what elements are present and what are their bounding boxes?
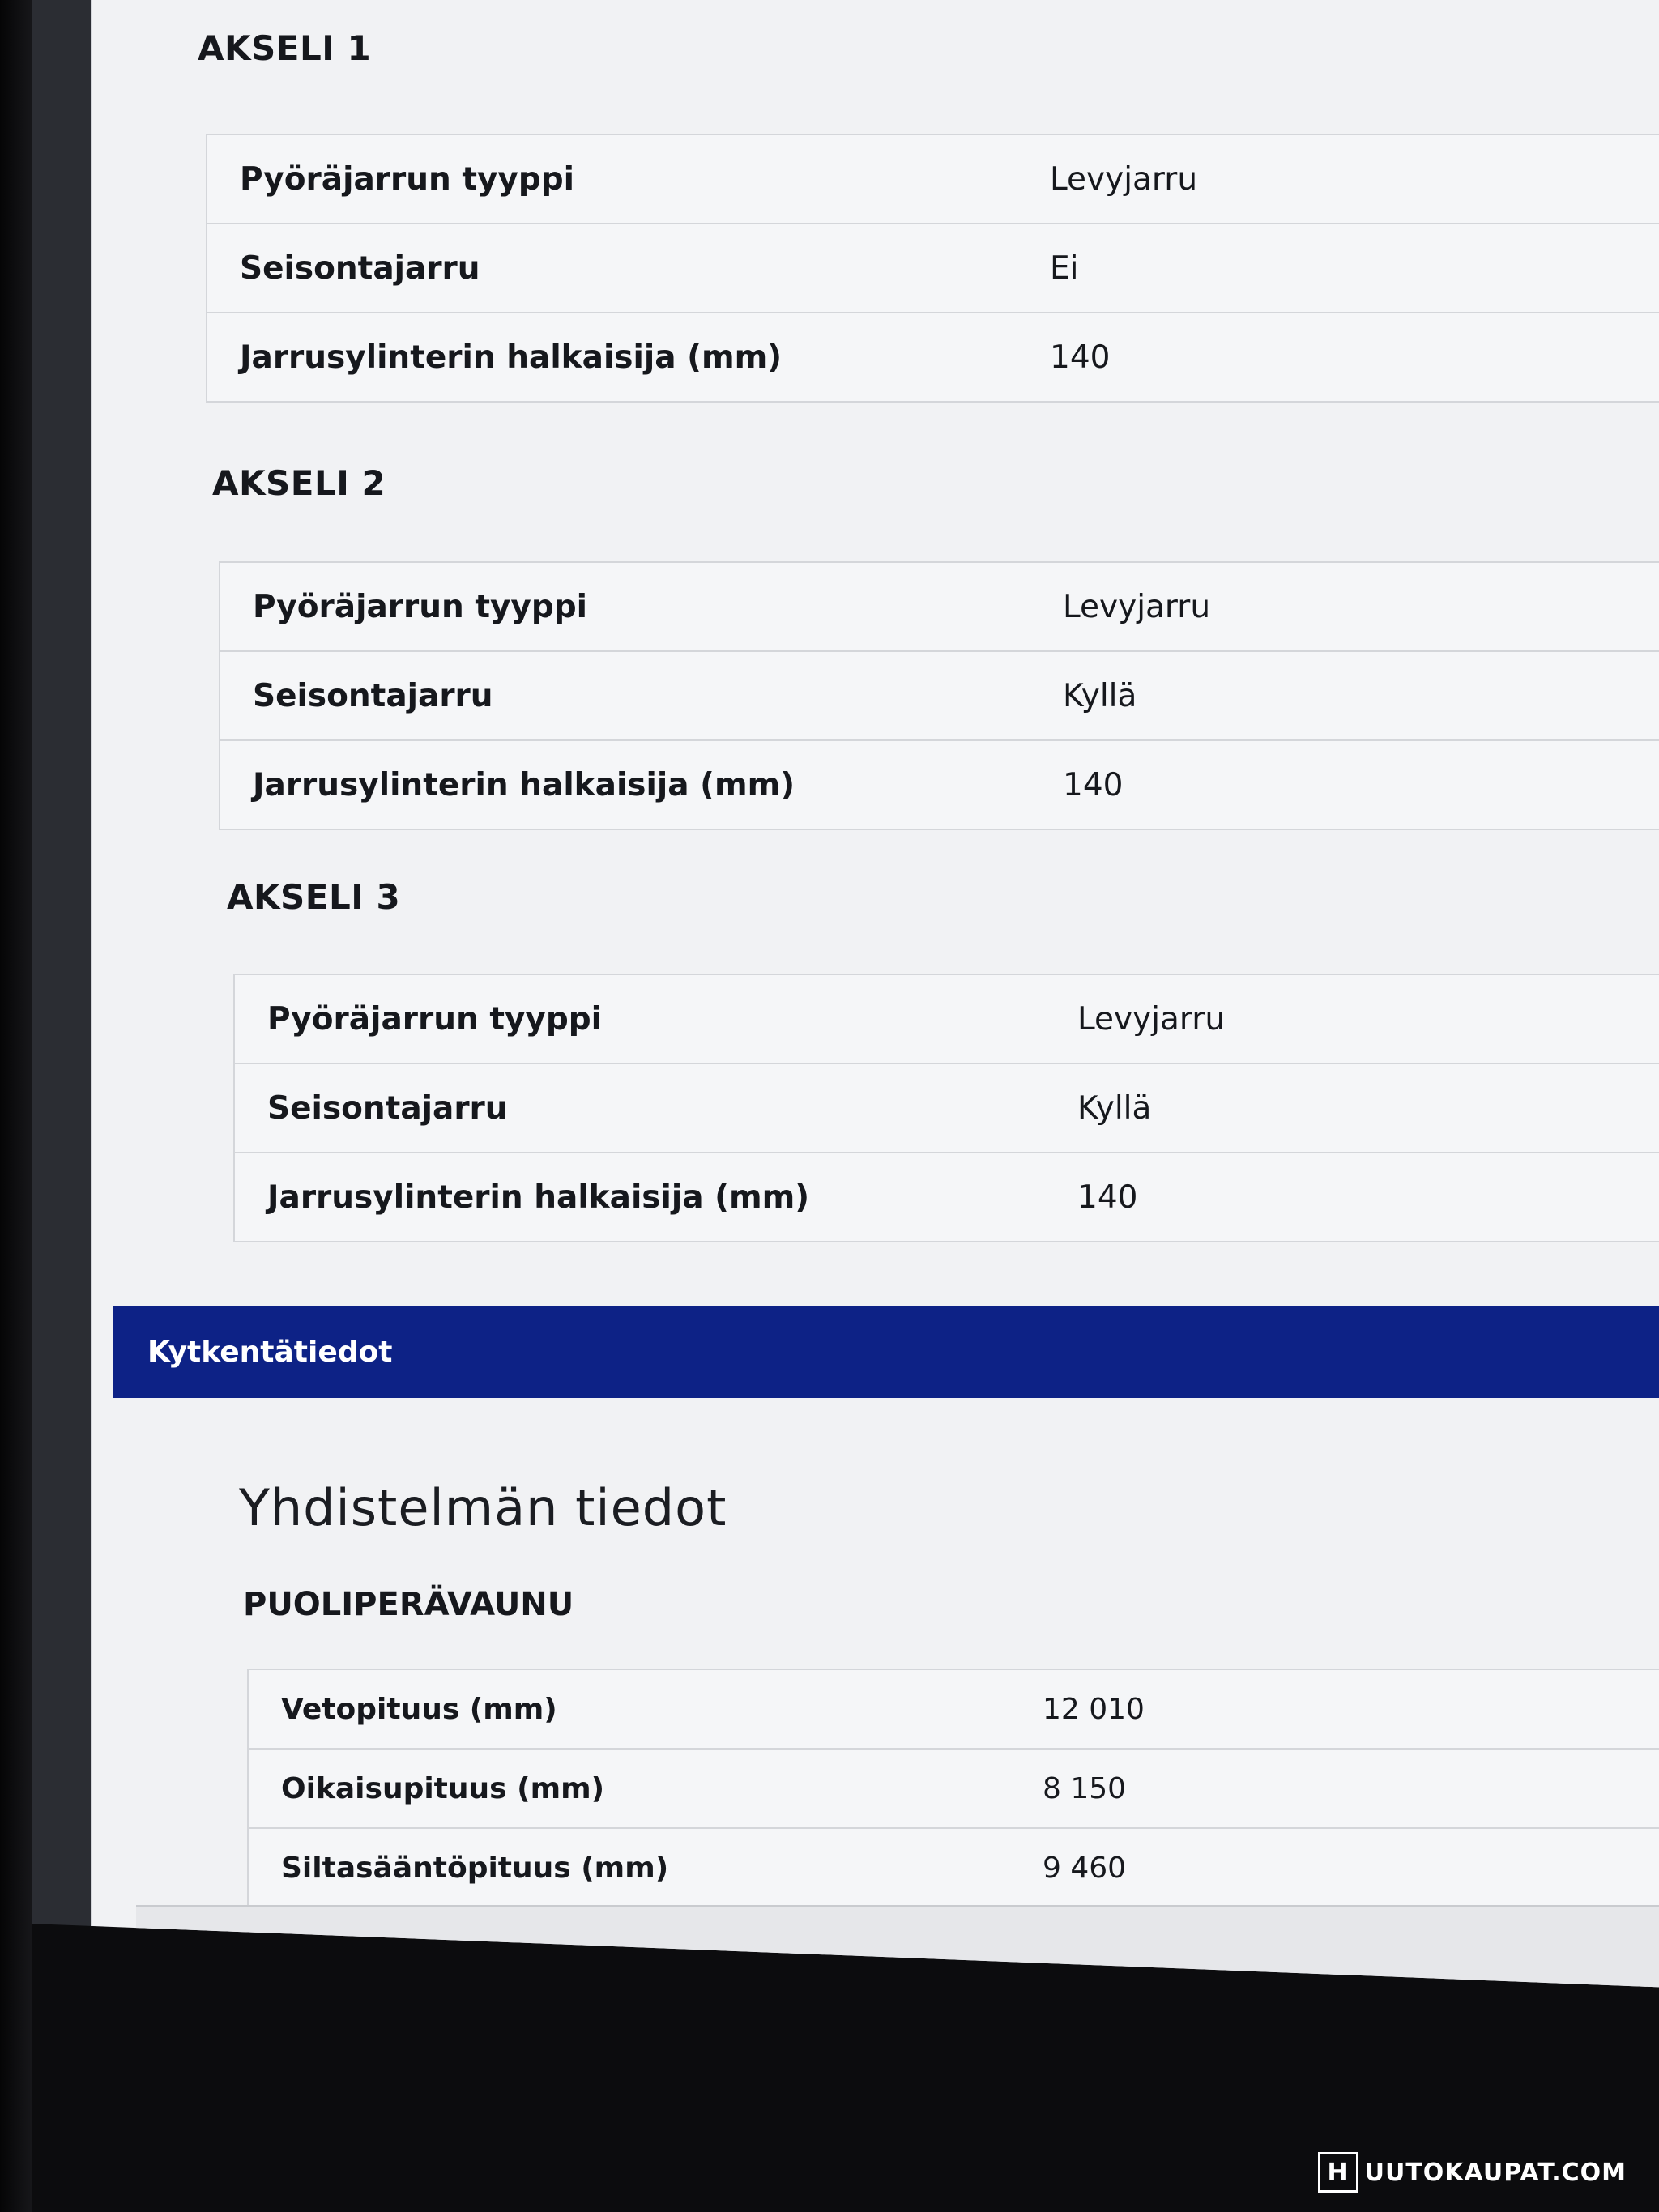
row-value: 140 [1077, 1178, 1138, 1216]
row-label: Pyöräjarrun tyyppi [220, 562, 1030, 652]
combination-title: Yhdistelmän tiedot [239, 1478, 727, 1537]
row-label: Vetopituus (mm) [248, 1669, 1010, 1750]
table-row: Pyöräjarrun tyyppi Levyjarru [220, 562, 1659, 652]
row-value: Levyjarru [1017, 134, 1659, 224]
cloud-icon: 2 [168, 1933, 225, 1981]
weather-widget[interactable]: 2 -9°C Enimm. pilvistä [168, 1931, 393, 1983]
axle-2-table: Pyöräjarrun tyyppi Levyjarru Seisontajar… [219, 561, 1659, 830]
table-row: Oikaisupituus (mm) 8 150 [248, 1749, 1659, 1829]
table-row: Jarrusylinterin halkaisija (mm) 140 [207, 313, 1659, 402]
weather-description: Enimm. pilvistä [237, 1959, 393, 1983]
search-icon [1509, 2037, 1543, 2071]
axle-1-table: Pyöräjarrun tyyppi Levyjarru Seisontajar… [206, 134, 1659, 403]
row-label: Seisontajarru [207, 224, 1017, 313]
row-label: Jarrusylinterin halkaisija (mm) [253, 766, 795, 803]
cloud-shape [173, 1950, 219, 1975]
trailer-title: PUOLIPERÄVAUNU [243, 1586, 574, 1623]
start-tile [1400, 2028, 1422, 2051]
monitor-screen: AKSELI 1 Pyöräjarrun tyyppi Levyjarru Se… [32, 0, 1659, 2088]
taskbar-search-box[interactable]: Hae [1485, 2020, 1659, 2088]
axle-3-title: AKSELI 3 [227, 877, 401, 917]
weather-text: -9°C Enimm. pilvistä [237, 1931, 393, 1983]
row-value: Levyjarru [1045, 974, 1659, 1064]
row-label: Pyöräjarrun tyyppi [207, 134, 1017, 224]
table-row: Siltasääntöpituus (mm) 9 460 [248, 1828, 1659, 1907]
row-label: Jarrusylinterin halkaisija (mm) [240, 339, 783, 376]
table-row: Pyöräjarrun tyyppi Levyjarru [234, 974, 1659, 1064]
table-row: Pyöräjarrun tyyppi Levyjarru [207, 134, 1659, 224]
search-label: Hae [1563, 2037, 1621, 2071]
row-label: Siltasääntöpituus (mm) [281, 1851, 669, 1885]
monitor-bezel [0, 0, 32, 2212]
row-value: 9 460 [1043, 1851, 1127, 1885]
start-tile [1426, 2054, 1448, 2077]
row-label: Seisontajarru [234, 1063, 1045, 1153]
row-value: 140 [1050, 339, 1111, 376]
start-tile [1426, 2028, 1448, 2051]
section-header-title: Kytkentätiedot [147, 1335, 393, 1369]
axle-1-title: AKSELI 1 [198, 28, 372, 68]
combination-table: Vetopituus (mm) 12 010 Oikaisupituus (mm… [247, 1669, 1659, 1908]
table-row: Jarrusylinterin halkaisija (mm) 140 [220, 740, 1659, 829]
row-value: Levyjarru [1030, 562, 1659, 652]
row-label: Oikaisupituus (mm) [248, 1749, 1010, 1829]
table-row: Seisontajarru Ei [207, 224, 1659, 313]
axle-3-table: Pyöräjarrun tyyppi Levyjarru Seisontajar… [233, 974, 1659, 1242]
row-label: Jarrusylinterin halkaisija (mm) [267, 1178, 810, 1216]
row-value: 140 [1063, 766, 1124, 803]
row-value: Ei [1017, 224, 1659, 313]
start-tile [1400, 2054, 1422, 2077]
table-row: Seisontajarru Kyllä [220, 651, 1659, 741]
row-value: Kyllä [1030, 651, 1659, 741]
watermark-logo: H [1317, 2152, 1358, 2193]
axle-2-title: AKSELI 2 [212, 463, 386, 503]
row-label: Pyöräjarrun tyyppi [234, 974, 1045, 1064]
row-value: 8 150 [1010, 1749, 1659, 1829]
taskbar: 2 -9°C Enimm. pilvistä Hae [136, 1905, 1659, 2088]
table-row: Seisontajarru Kyllä [234, 1063, 1659, 1153]
row-value: 12 010 [1010, 1669, 1659, 1750]
windows-start-icon[interactable] [1400, 2028, 1448, 2077]
notification-badge: 2 [193, 1933, 220, 1960]
table-row: Vetopituus (mm) 12 010 [248, 1669, 1659, 1750]
table-row: Jarrusylinterin halkaisija (mm) 140 [234, 1153, 1659, 1242]
row-value: Kyllä [1045, 1063, 1659, 1153]
weather-temperature: -9°C [237, 1931, 281, 1954]
watermark-text: UUTOKAUPAT.COM [1364, 2158, 1627, 2187]
row-label: Seisontajarru [220, 651, 1030, 741]
watermark: H UUTOKAUPAT.COM [1317, 2152, 1627, 2193]
section-header-bar[interactable]: Kytkentätiedot [113, 1306, 1659, 1398]
